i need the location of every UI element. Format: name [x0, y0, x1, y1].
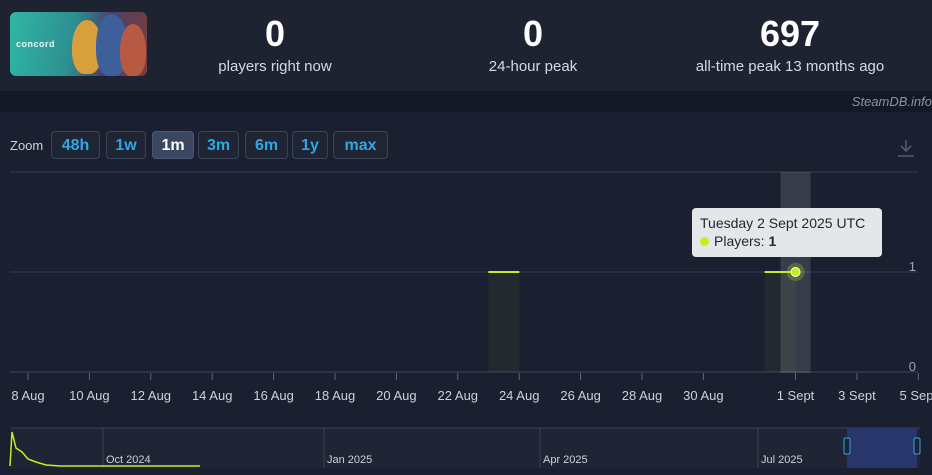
navigator-handle-left [843, 437, 851, 455]
tooltip-series-label: Players: [714, 233, 765, 249]
x-tick-label: 1 Sept [777, 388, 815, 403]
x-tick-label: 5 Sept [900, 388, 932, 403]
navigator-label: Oct 2024 [106, 454, 151, 466]
series-area [764, 272, 796, 372]
x-tick-label: 30 Aug [683, 388, 724, 403]
x-tick-label: 18 Aug [315, 388, 356, 403]
chart-tooltip: Tuesday 2 Sept 2025 UTC Players: 1 [692, 208, 882, 257]
y-tick-label: 1 [909, 259, 916, 274]
x-tick-label: 14 Aug [192, 388, 233, 403]
navigator-handle-right [913, 437, 921, 455]
data-point [764, 271, 766, 273]
x-tick-label: 8 Aug [11, 388, 44, 403]
x-tick-label: 12 Aug [131, 388, 172, 403]
series-color-dot [700, 237, 709, 246]
navigator-selection [847, 428, 917, 468]
x-tick-label: 22 Aug [438, 388, 479, 403]
navigator-label: Apr 2025 [543, 454, 588, 466]
x-tick-label: 24 Aug [499, 388, 540, 403]
navigator-label: Jul 2025 [761, 454, 803, 466]
x-tick-label: 26 Aug [560, 388, 601, 403]
x-tick-label: 16 Aug [253, 388, 294, 403]
series-area [488, 272, 520, 372]
x-tick-label: 10 Aug [69, 388, 110, 403]
tooltip-date: Tuesday 2 Sept 2025 UTC [700, 215, 866, 231]
x-tick-label: 20 Aug [376, 388, 417, 403]
data-point [518, 271, 520, 273]
x-tick-label: 3 Sept [838, 388, 876, 403]
tooltip-value: 1 [768, 233, 777, 249]
navigator-label: Jan 2025 [327, 454, 372, 466]
data-point [488, 271, 489, 273]
y-tick-label: 0 [909, 359, 916, 374]
x-tick-label: 28 Aug [622, 388, 663, 403]
tooltip-row: Players: 1 [700, 233, 874, 249]
highlight-point [790, 267, 801, 277]
